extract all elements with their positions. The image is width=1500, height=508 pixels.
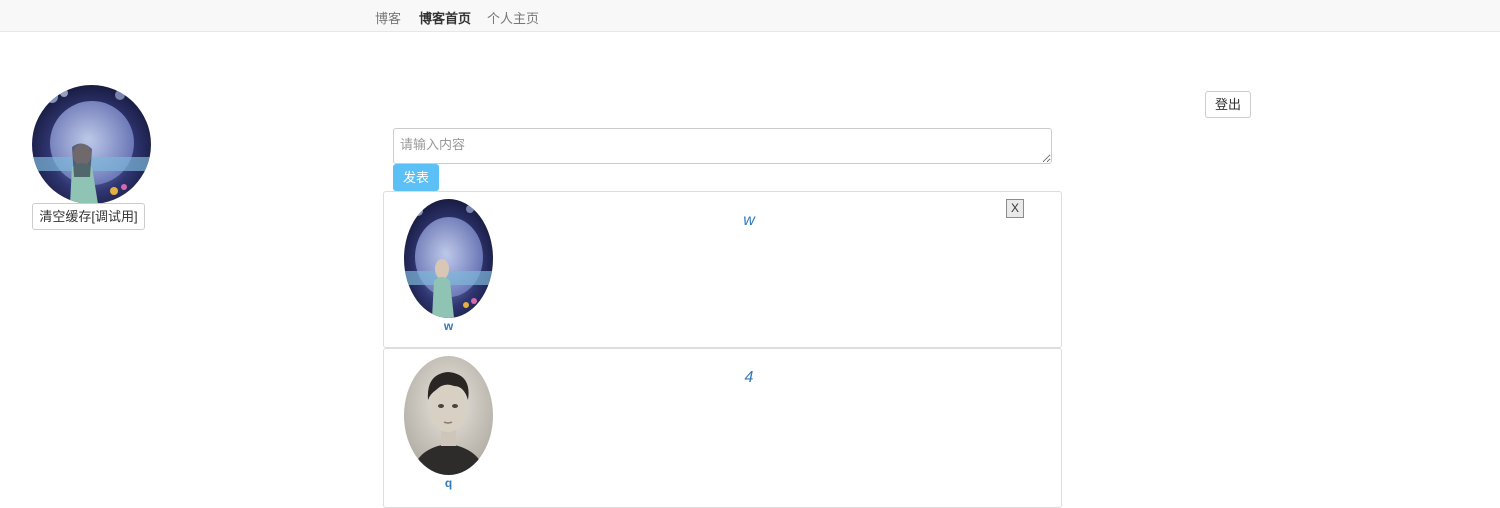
post-content: w xyxy=(743,212,755,229)
nav-item-profile[interactable]: 个人主页 xyxy=(487,8,539,27)
post-content-input[interactable] xyxy=(393,128,1052,164)
user-avatar-portrait-icon xyxy=(404,356,493,475)
post-card: w w X xyxy=(383,191,1062,348)
logout-button[interactable]: 登出 xyxy=(1205,91,1251,118)
delete-post-button[interactable]: X xyxy=(1006,199,1024,218)
nav-item-blog-home[interactable]: 博客首页 xyxy=(419,8,471,27)
post-author-avatar[interactable] xyxy=(404,356,493,475)
user-avatar[interactable] xyxy=(32,85,151,204)
post-author-name[interactable]: q xyxy=(404,476,493,490)
post-content: 4 xyxy=(744,369,754,386)
post-author-name[interactable]: w xyxy=(404,319,493,333)
clear-cache-button[interactable]: 清空缓存[调试用] xyxy=(32,203,145,230)
user-avatar-moon-icon xyxy=(32,85,151,204)
publish-button[interactable]: 发表 xyxy=(393,164,439,191)
top-navbar: 博客 博客首页 个人主页 xyxy=(0,0,1500,32)
navbar-brand[interactable]: 博客 xyxy=(375,8,401,27)
user-avatar-moon-icon xyxy=(404,199,493,318)
post-author-avatar[interactable] xyxy=(404,199,493,318)
post-card: q 4 xyxy=(383,348,1062,508)
